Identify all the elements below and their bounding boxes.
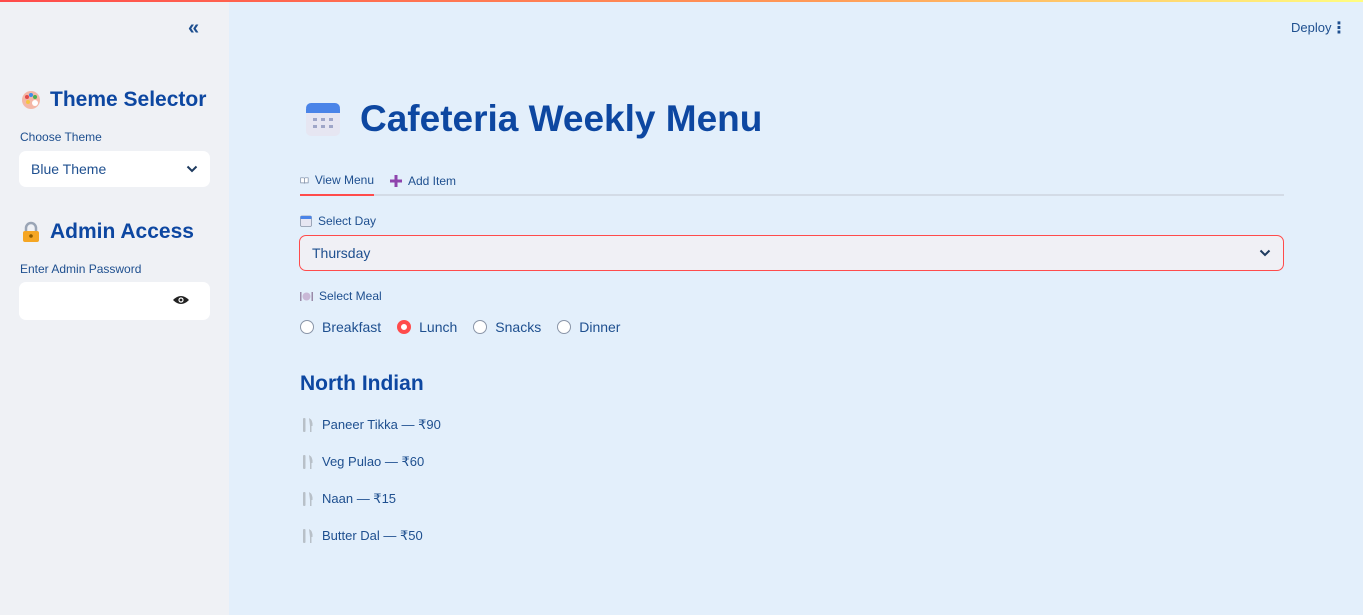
tab-add-item[interactable]: Add Item	[390, 166, 456, 196]
meal-option-label: Dinner	[579, 319, 621, 335]
fork-knife-icon	[303, 492, 313, 506]
theme-selector-heading: Theme Selector	[20, 88, 206, 112]
choose-theme-label: Choose Theme	[20, 130, 102, 144]
chevron-down-icon	[1259, 249, 1271, 257]
list-item: Butter Dal — ₹50	[302, 528, 423, 544]
menu-item-text: Butter Dal — ₹50	[322, 528, 423, 543]
theme-select[interactable]: Blue Theme	[19, 151, 210, 187]
meal-option-breakfast[interactable]: Breakfast	[300, 319, 381, 335]
deploy-button[interactable]: Deploy	[1291, 20, 1331, 35]
radio-circle	[300, 320, 314, 334]
calendar-icon	[306, 103, 340, 136]
list-item: Naan — ₹15	[302, 491, 396, 507]
day-select[interactable]: Thursday	[299, 235, 1284, 271]
meal-option-label: Snacks	[495, 319, 542, 335]
tab-view-menu-label: View Menu	[314, 173, 374, 187]
eye-icon[interactable]	[172, 294, 190, 306]
list-item: Veg Pulao — ₹60	[302, 454, 424, 470]
radio-circle	[473, 320, 488, 334]
fork-knife-icon	[303, 529, 313, 543]
select-day-label-text: Select Day	[318, 214, 377, 228]
palette-icon	[22, 91, 40, 109]
meal-option-lunch[interactable]: Lunch	[397, 319, 457, 335]
radio-circle	[557, 320, 572, 334]
collapse-sidebar-button[interactable]: «	[188, 18, 199, 38]
fork-knife-icon	[303, 418, 313, 432]
admin-access-title: Admin Access	[50, 220, 194, 243]
select-meal-label: Select Meal	[300, 289, 382, 303]
open-book-icon	[300, 176, 309, 184]
fork-knife-icon	[303, 455, 313, 469]
day-select-value: Thursday	[312, 245, 371, 261]
admin-access-heading: Admin Access	[20, 220, 194, 244]
menu-item-text: Naan — ₹15	[322, 491, 397, 506]
list-item: Paneer Tikka — ₹90	[302, 417, 441, 433]
tab-view-menu[interactable]: View Menu	[300, 166, 374, 196]
tab-add-item-label: Add Item	[408, 174, 457, 188]
meal-option-snacks[interactable]: Snacks	[473, 319, 541, 335]
page-title-text: Cafeteria Weekly Menu	[360, 98, 763, 139]
meal-radio-group: Breakfast Lunch Snacks Dinner	[300, 319, 636, 335]
tab-bar: View Menu Add Item	[300, 166, 1284, 196]
theme-select-value: Blue Theme	[31, 161, 107, 177]
meal-option-label: Lunch	[419, 319, 458, 335]
main-menu-button[interactable]: ⋮	[1331, 18, 1347, 38]
meal-option-dinner[interactable]: Dinner	[557, 319, 620, 335]
theme-selector-title: Theme Selector	[50, 88, 207, 111]
select-day-label: Select Day	[300, 214, 376, 228]
plate-cutlery-icon	[300, 291, 313, 301]
page-title: Cafeteria Weekly Menu	[304, 98, 762, 140]
sidebar: « Theme Selector Choose Theme Blue Theme…	[0, 2, 229, 615]
meal-option-label: Breakfast	[322, 319, 382, 335]
menu-item-text: Paneer Tikka — ₹90	[322, 417, 441, 432]
select-meal-label-text: Select Meal	[319, 289, 382, 303]
radio-circle-selected	[397, 320, 412, 334]
admin-password-input[interactable]	[19, 282, 210, 320]
admin-password-label: Enter Admin Password	[20, 262, 142, 276]
chevron-down-icon	[186, 165, 198, 173]
plus-icon	[390, 175, 402, 187]
menu-item-text: Veg Pulao — ₹60	[322, 454, 425, 469]
lock-icon	[23, 221, 39, 242]
calendar-small-icon	[300, 215, 312, 227]
section-heading: North Indian	[300, 372, 424, 395]
